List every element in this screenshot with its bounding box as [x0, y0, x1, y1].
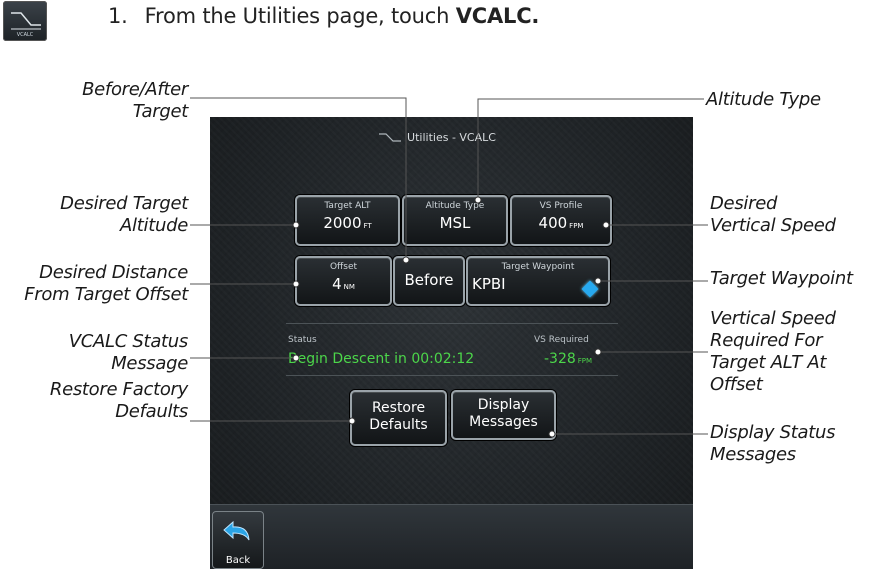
callout-connector-lines [190, 97, 708, 438]
